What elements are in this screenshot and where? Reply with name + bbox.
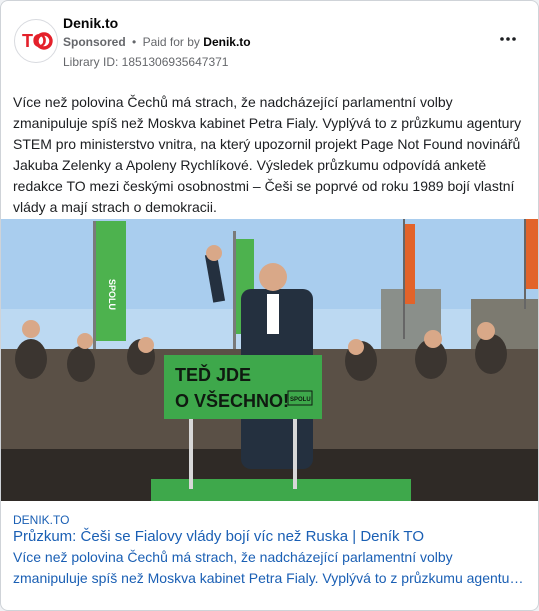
more-horizontal-icon xyxy=(500,37,516,41)
denik-to-logo: TO xyxy=(22,31,53,51)
ad-body-text: Více než polovina Čechů má strach, že na… xyxy=(13,94,522,215)
ad-header: TO Denik.to Sponsored • Paid for by Deni… xyxy=(1,1,538,81)
library-id: Library ID: 1851306935647371 xyxy=(63,55,229,69)
link-description: Více než polovina Čechů má strach, že na… xyxy=(13,549,522,586)
svg-text:O VŠECHNO!: O VŠECHNO! xyxy=(175,390,289,411)
paid-for-name[interactable]: Denik.to xyxy=(203,35,250,49)
link-domain: DENIK.TO xyxy=(13,513,70,527)
ad-image[interactable]: SPOLU TEĎ JDE O VŠECHNO! SPOLU xyxy=(1,219,538,501)
sponsored-line: Sponsored • Paid for by Denik.to xyxy=(63,35,251,49)
svg-text:SPOLU: SPOLU xyxy=(290,397,311,403)
advertiser-name[interactable]: Denik.to xyxy=(63,15,118,31)
svg-text:SPOLU: SPOLU xyxy=(107,279,117,310)
svg-text:TEĎ JDE: TEĎ JDE xyxy=(175,364,251,385)
separator-dot: • xyxy=(132,35,137,49)
link-title[interactable]: Průzkum: Češi se Fialovy vlády bojí víc … xyxy=(13,528,528,545)
sponsored-label: Sponsored xyxy=(63,35,126,49)
more-options-button[interactable] xyxy=(494,29,522,49)
ad-card: TO Denik.to Sponsored • Paid for by Deni… xyxy=(0,0,539,611)
link-preview[interactable]: DENIK.TO Průzkum: Češi se Fialovy vlády … xyxy=(1,501,538,610)
paid-for-prefix: Paid for by xyxy=(142,35,200,49)
advertiser-avatar[interactable]: TO xyxy=(14,19,58,63)
rally-photo: SPOLU TEĎ JDE O VŠECHNO! SPOLU xyxy=(1,219,538,501)
